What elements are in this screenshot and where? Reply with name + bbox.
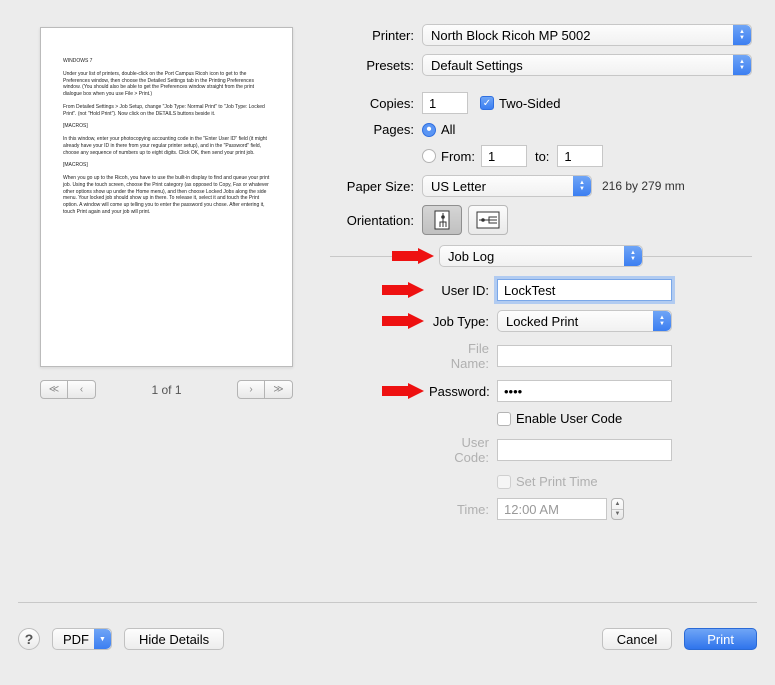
hide-details-button[interactable]: Hide Details	[124, 628, 224, 650]
jobtype-label: Job Type:	[429, 314, 497, 329]
preview-text: [MACROS]	[63, 162, 270, 169]
presets-select[interactable]: Default Settings	[422, 54, 752, 76]
prev-page-button[interactable]: ‹	[68, 380, 96, 399]
jobtype-select[interactable]: Locked Print	[497, 310, 672, 332]
preview-text: Under your list of printers, double-clic…	[63, 71, 270, 98]
userid-input[interactable]	[497, 279, 672, 301]
page-indicator: 1 of 1	[151, 383, 181, 397]
pages-range-radio[interactable]	[422, 149, 436, 163]
help-button[interactable]: ?	[18, 628, 40, 650]
pages-all-label: All	[441, 122, 455, 137]
time-label: Time:	[429, 502, 497, 517]
to-label: to:	[527, 149, 557, 164]
annotation-arrow-icon	[382, 313, 424, 329]
time-stepper: ▲ ▼	[611, 498, 624, 520]
preview-text: From Detailed Settings > Job Setup, chan…	[63, 104, 270, 118]
first-page-button[interactable]: ≪	[40, 380, 68, 399]
section-select[interactable]: Job Log	[439, 245, 643, 267]
printer-select[interactable]: North Block Ricoh MP 5002	[422, 24, 752, 46]
from-label: From:	[441, 149, 475, 164]
printer-label: Printer:	[330, 28, 422, 43]
usercode-label: User Code:	[429, 435, 497, 465]
printer-value: North Block Ricoh MP 5002	[431, 28, 590, 43]
annotation-arrow-icon	[392, 248, 434, 264]
preview-text: When you go up to the Ricoh, you have to…	[63, 175, 270, 216]
chevron-updown-icon	[733, 25, 751, 45]
password-label: Password:	[429, 384, 497, 399]
chevron-down-icon: ▼	[94, 629, 111, 649]
userid-label: User ID:	[429, 283, 497, 298]
last-page-button[interactable]: ≫	[265, 380, 293, 399]
two-sided-label: Two-Sided	[499, 96, 560, 111]
preview-text: [MACROS]	[63, 123, 270, 130]
landscape-icon	[475, 210, 501, 230]
next-page-button[interactable]: ›	[237, 380, 265, 399]
annotation-arrow-icon	[382, 282, 424, 298]
jobtype-value: Locked Print	[506, 314, 578, 329]
cancel-button[interactable]: Cancel	[602, 628, 672, 650]
orientation-portrait-button[interactable]	[422, 205, 462, 235]
chevron-up-icon: ▲	[612, 499, 623, 510]
copies-label: Copies:	[330, 96, 422, 111]
pdf-menu[interactable]: PDF ▼	[52, 628, 112, 650]
portrait-icon	[431, 209, 453, 231]
to-input[interactable]	[557, 145, 603, 167]
print-preview: WINDOWS 7 Under your list of printers, d…	[40, 27, 293, 367]
password-input[interactable]	[497, 380, 672, 402]
pages-label: Pages:	[330, 122, 422, 137]
two-sided-checkbox[interactable]: ✓	[480, 96, 494, 110]
chevron-down-icon: ▼	[612, 510, 623, 520]
filename-label: File Name:	[429, 341, 497, 371]
presets-label: Presets:	[330, 58, 422, 73]
preview-nav: ≪ ‹ 1 of 1 › ≫	[40, 380, 293, 399]
orientation-landscape-button[interactable]	[468, 205, 508, 235]
copies-input[interactable]	[422, 92, 468, 114]
orientation-label: Orientation:	[330, 213, 422, 228]
time-input	[497, 498, 607, 520]
filename-input	[497, 345, 672, 367]
pdf-label: PDF	[63, 632, 89, 647]
chevron-updown-icon	[733, 55, 751, 75]
annotation-arrow-icon	[382, 383, 424, 399]
from-input[interactable]	[481, 145, 527, 167]
print-button[interactable]: Print	[684, 628, 757, 650]
enable-usercode-label: Enable User Code	[516, 411, 622, 426]
papersize-label: Paper Size:	[330, 179, 422, 194]
preview-text: WINDOWS 7	[63, 58, 270, 65]
chevron-updown-icon	[624, 246, 642, 266]
presets-value: Default Settings	[431, 58, 523, 73]
section-value: Job Log	[448, 249, 494, 264]
preview-text: In this window, enter your photocopying …	[63, 136, 270, 156]
chevron-updown-icon	[653, 311, 671, 331]
usercode-input	[497, 439, 672, 461]
set-print-time-label: Set Print Time	[516, 474, 598, 489]
papersize-note: 216 by 279 mm	[602, 179, 685, 193]
enable-usercode-checkbox[interactable]	[497, 412, 511, 426]
set-print-time-checkbox	[497, 475, 511, 489]
papersize-value: US Letter	[431, 179, 486, 194]
chevron-updown-icon	[573, 176, 591, 196]
papersize-select[interactable]: US Letter	[422, 175, 592, 197]
pages-all-radio[interactable]	[422, 123, 436, 137]
divider	[18, 602, 757, 603]
